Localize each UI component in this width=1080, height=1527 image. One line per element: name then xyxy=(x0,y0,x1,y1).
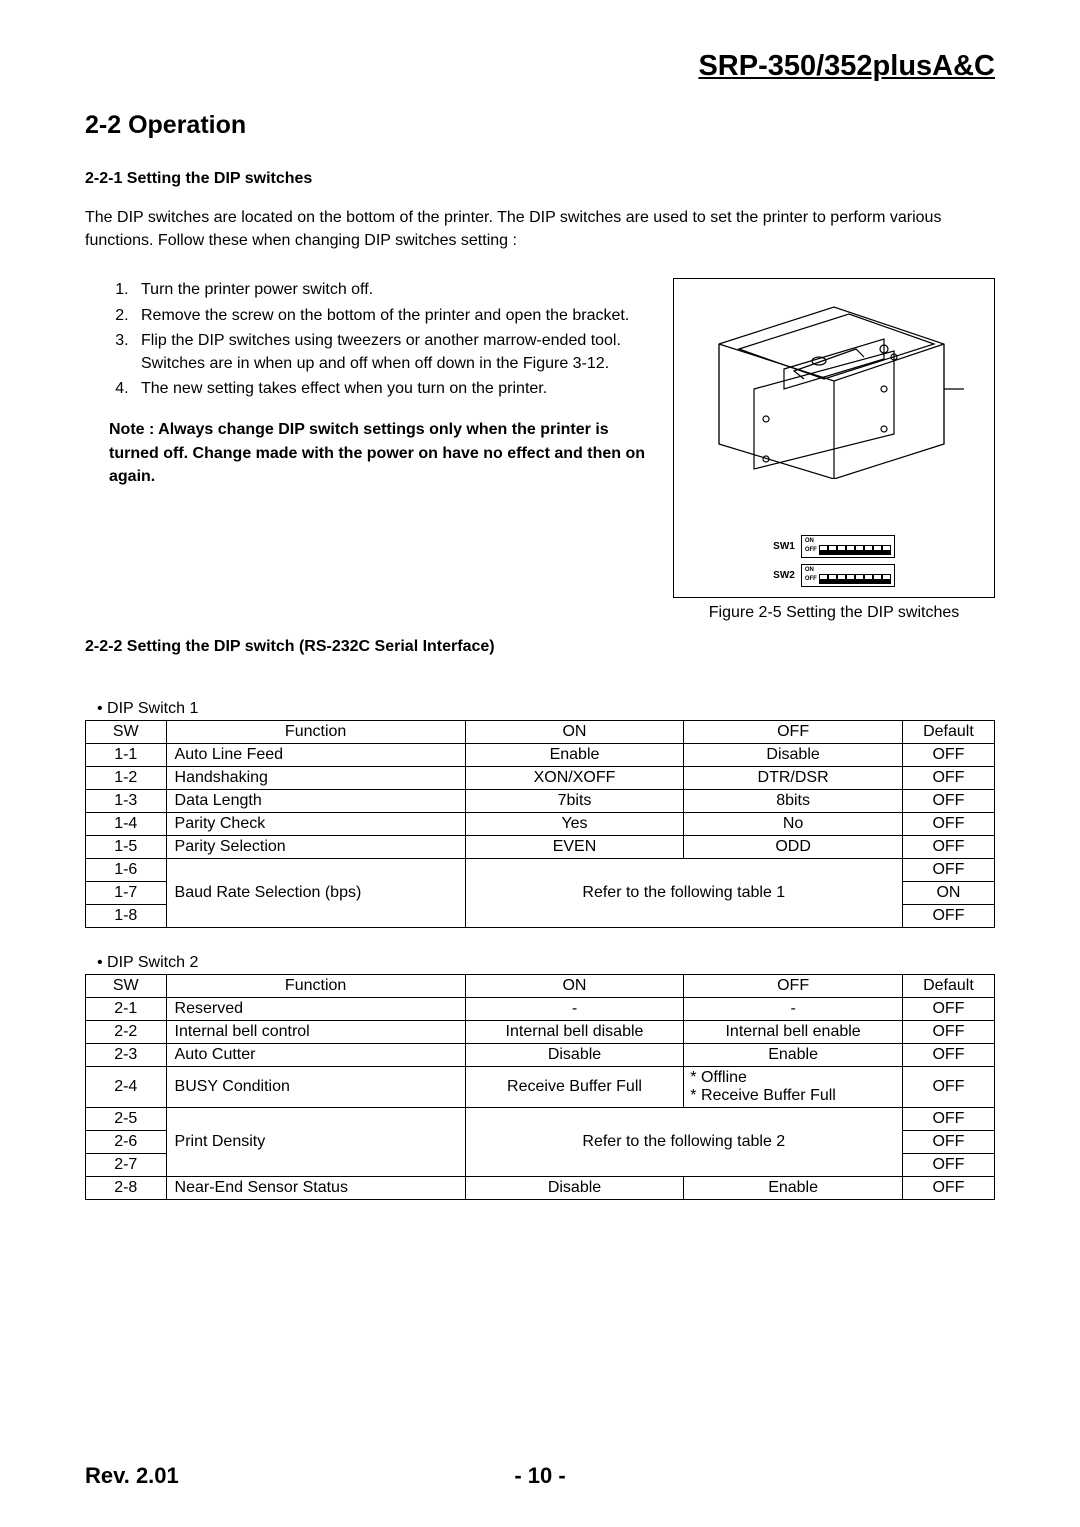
revision-label: Rev. 2.01 xyxy=(85,1463,179,1489)
dip1-label: • DIP Switch 1 xyxy=(97,700,995,718)
col-function: Function xyxy=(166,721,465,744)
intro-paragraph: The DIP switches are located on the bott… xyxy=(85,206,995,252)
table-header-row: SW Function ON OFF Default xyxy=(86,975,995,998)
page-number: - 10 - xyxy=(514,1463,565,1489)
steps-column: Turn the printer power switch off. Remov… xyxy=(85,278,659,622)
table-row: 1-6Baud Rate Selection (bps)Refer to the… xyxy=(86,859,995,882)
on-label: ON xyxy=(805,538,814,544)
table-row: 2-1Reserved--OFF xyxy=(86,998,995,1021)
dip-switch-diagram: SW1 ON OFF SW2 ON xyxy=(773,535,895,587)
table-row: 1-5Parity SelectionEVENODDOFF xyxy=(86,836,995,859)
col-default: Default xyxy=(902,721,994,744)
table-row: 1-3Data Length7bits8bitsOFF xyxy=(86,790,995,813)
table-row: 1-2HandshakingXON/XOFFDTR/DSROFF xyxy=(86,767,995,790)
dip2-label: • DIP Switch 2 xyxy=(97,954,995,972)
step-1: Turn the printer power switch off. xyxy=(133,278,659,301)
steps-list: Turn the printer power switch off. Remov… xyxy=(85,278,659,400)
col-function: Function xyxy=(166,975,465,998)
step-3: Flip the DIP switches using tweezers or … xyxy=(133,329,659,375)
figure-caption: Figure 2-5 Setting the DIP switches xyxy=(673,604,995,622)
col-on: ON xyxy=(465,975,684,998)
steps-and-figure-row: Turn the printer power switch off. Remov… xyxy=(85,278,995,622)
table-row: 2-8Near-End Sensor StatusDisableEnableOF… xyxy=(86,1177,995,1200)
subsection-2-2-2-title: 2-2-2 Setting the DIP switch (RS-232C Se… xyxy=(85,638,995,656)
printer-bottom-illustration xyxy=(694,289,974,479)
table-row: 2-5Print DensityRefer to the following t… xyxy=(86,1108,995,1131)
note-paragraph: Note : Always change DIP switch settings… xyxy=(85,418,659,488)
off-label-2: OFF xyxy=(805,576,817,582)
col-sw: SW xyxy=(86,975,167,998)
busy-off-cell: * Offline * Receive Buffer Full xyxy=(684,1067,903,1108)
table-row: 2-2Internal bell controlInternal bell di… xyxy=(86,1021,995,1044)
step-2: Remove the screw on the bottom of the pr… xyxy=(133,304,659,327)
col-sw: SW xyxy=(86,721,167,744)
table-row: 2-3Auto CutterDisableEnableOFF xyxy=(86,1044,995,1067)
table-header-row: SW Function ON OFF Default xyxy=(86,721,995,744)
sw1-label: SW1 xyxy=(773,541,795,552)
subsection-2-2-1-title: 2-2-1 Setting the DIP switches xyxy=(85,170,995,188)
off-label: OFF xyxy=(805,547,817,553)
step-4: The new setting takes effect when you tu… xyxy=(133,377,659,400)
table-row: 1-1Auto Line FeedEnableDisableOFF xyxy=(86,744,995,767)
on-label-2: ON xyxy=(805,567,814,573)
sw2-label: SW2 xyxy=(773,570,795,581)
document-header-title: SRP-350/352plusA&C xyxy=(85,50,995,83)
table-row: 1-4Parity CheckYesNoOFF xyxy=(86,813,995,836)
figure-column: SW1 ON OFF SW2 ON xyxy=(673,278,995,622)
col-off: OFF xyxy=(684,721,903,744)
col-off: OFF xyxy=(684,975,903,998)
figure-box: SW1 ON OFF SW2 ON xyxy=(673,278,995,598)
col-default: Default xyxy=(902,975,994,998)
table-row: 2-4BUSY ConditionReceive Buffer Full* Of… xyxy=(86,1067,995,1108)
section-title: 2-2 Operation xyxy=(85,111,995,140)
dip-switch-1-table: SW Function ON OFF Default 1-1Auto Line … xyxy=(85,720,995,928)
page-footer: Rev. 2.01 - 10 - Rev. 2.01 xyxy=(85,1463,995,1489)
col-on: ON xyxy=(465,721,684,744)
dip-switch-2-table: SW Function ON OFF Default 2-1Reserved--… xyxy=(85,974,995,1200)
